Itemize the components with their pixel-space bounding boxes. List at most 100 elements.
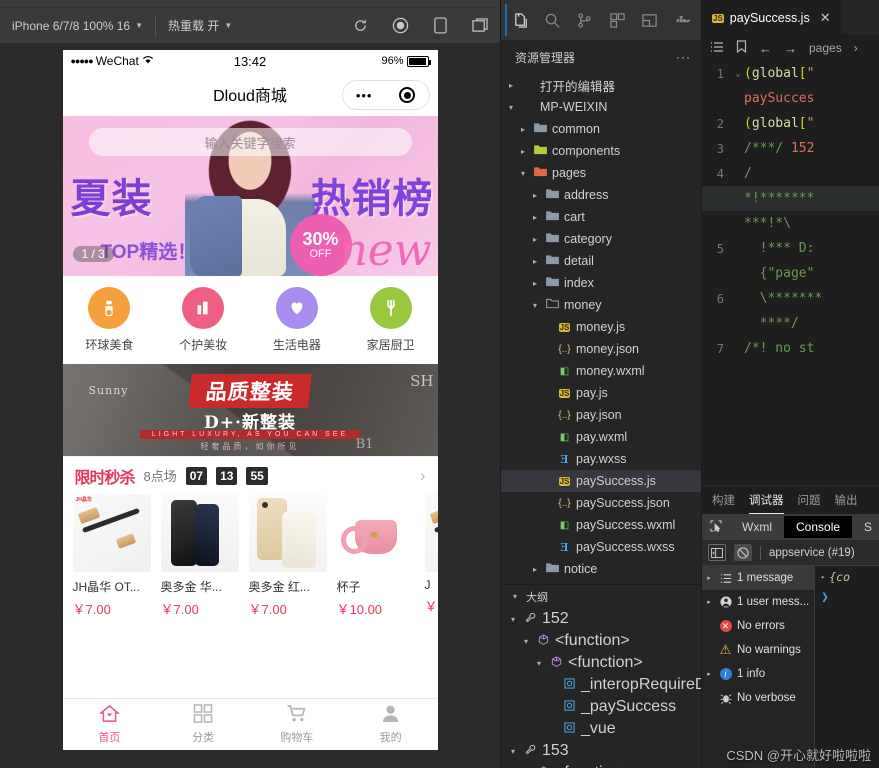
breadcrumb-path[interactable]: pages — [809, 41, 842, 55]
code-line[interactable]: *!******* — [702, 186, 879, 211]
panel-tab[interactable]: 问题 — [798, 492, 821, 508]
hot-reload-selector[interactable]: 热重载 开 ▼ — [156, 8, 244, 43]
console-context-label[interactable]: appservice (#19) — [769, 547, 855, 559]
chevron-right-icon[interactable]: › — [420, 466, 426, 486]
tree-folder[interactable]: ▸ notice — [501, 558, 701, 580]
device-selector[interactable]: iPhone 6/7/8 100% 16 ▼ — [0, 8, 155, 43]
tree-file[interactable]: ▸{..}paySuccess.json — [501, 492, 701, 514]
tree-file[interactable]: ▸ƎpaySuccess.wxss — [501, 536, 701, 558]
tree-file[interactable]: ▸{..}money.json — [501, 338, 701, 360]
pointer-select-icon[interactable] — [702, 519, 730, 535]
more-dots-icon[interactable]: ••• — [356, 88, 373, 103]
category-item-1[interactable]: 个护美妆 — [156, 287, 250, 353]
tabbar-item-home[interactable]: 首页 — [63, 699, 157, 750]
code-line[interactable]: 5 !*** D: — [702, 236, 879, 261]
code-line[interactable]: ***!*\ — [702, 211, 879, 236]
panel-toggle-icon[interactable] — [708, 544, 726, 561]
twisty-icon[interactable]: ▸ — [704, 598, 714, 606]
docker-icon[interactable] — [667, 4, 697, 36]
code-line[interactable]: paySucces — [702, 86, 879, 111]
product-card[interactable]: JH晶华 JH晶华 OT... ￥7.00 — [72, 494, 151, 618]
console-filter-item[interactable]: ▸ 1 user mess... — [702, 590, 814, 614]
record-icon[interactable] — [390, 16, 410, 36]
code-line[interactable]: 1 ⌄ (global[" — [702, 61, 879, 86]
twisty-icon[interactable]: ▸ — [529, 235, 541, 244]
tree-file[interactable]: ▸{..}pay.json — [501, 404, 701, 426]
tree-file[interactable]: ▸JSpaySuccess.js — [501, 470, 701, 492]
file-tree[interactable]: ▸ 打开的编辑器 ▾ MP-WEIXIN ▸ common ▸ components ▾ page… — [501, 74, 701, 584]
window-icon[interactable] — [470, 16, 490, 36]
clear-console-icon[interactable] — [734, 544, 752, 561]
product-card[interactable]: J ￥ — [424, 494, 438, 618]
home-banner[interactable]: 输入关键字搜索 夏装 热销榜 TOP精选！ 30% OFF new 1 / 3 — [62, 116, 438, 276]
twisty-icon[interactable]: ▸ — [529, 279, 541, 288]
tree-folder[interactable]: ▾ pages — [501, 162, 701, 184]
phone-icon[interactable] — [430, 16, 450, 36]
tree-folder[interactable]: ▸ cart — [501, 206, 701, 228]
tabbar-item-profile[interactable]: 我的 — [344, 699, 438, 750]
outline-item[interactable]: ▾<function> — [501, 762, 701, 768]
extensions-icon[interactable] — [602, 4, 632, 36]
bookmark-icon[interactable] — [736, 40, 747, 56]
product-card[interactable]: 奥多金 华... ￥7.00 — [160, 494, 239, 618]
twisty-icon[interactable]: ▸ — [704, 670, 714, 678]
code-line[interactable]: ****/ — [702, 311, 879, 336]
panel-tab[interactable]: 构建 — [712, 492, 735, 508]
console-filter-list[interactable]: ▸ 1 message ▸ 1 user mess... ✕ No errors ⚠ No w… — [702, 566, 815, 768]
tree-folder[interactable]: ▸ components — [501, 140, 701, 162]
outline-header[interactable]: ▾ 大纲 — [501, 584, 701, 608]
tree-folder[interactable]: ▸ category — [501, 228, 701, 250]
tree-file[interactable]: ▸◧money.wxml — [501, 360, 701, 382]
console-filter-item[interactable]: ▸ i 1 info — [702, 662, 814, 686]
twisty-icon[interactable]: ▾ — [507, 615, 519, 624]
twisty-icon[interactable]: ▾ — [505, 103, 517, 112]
twisty-icon[interactable]: ▸ — [505, 81, 517, 90]
tree-section[interactable]: ▸ 打开的编辑器 — [501, 74, 701, 96]
outline-item[interactable]: ▸_paySuccess — [501, 696, 701, 718]
devtools-tab-sources[interactable]: S — [852, 516, 879, 538]
seckill-product-list[interactable]: JH晶华 JH晶华 OT... ￥7.00 奥多金 华... ￥7.00 奥多金… — [62, 494, 438, 618]
panel-tab[interactable]: 调试器 — [749, 487, 784, 514]
twisty-icon[interactable]: ▾ — [529, 301, 541, 310]
layout-icon[interactable] — [634, 4, 664, 36]
close-icon[interactable]: ✕ — [820, 10, 831, 26]
outline-item[interactable]: ▾<function> — [501, 652, 701, 674]
twisty-icon[interactable]: ▸ — [529, 213, 541, 222]
tree-folder[interactable]: ▸ detail — [501, 250, 701, 272]
fold-arrow-icon[interactable]: ⌄ — [732, 69, 744, 79]
code-line[interactable]: 4/ — [702, 161, 879, 186]
console-log-area[interactable]: ▸ {co ❯ — [815, 566, 879, 768]
category-item-3[interactable]: 家居厨卫 — [344, 287, 438, 353]
back-arrow-icon[interactable]: ← — [759, 41, 772, 56]
outline-item[interactable]: ▾ 153 — [501, 740, 701, 762]
tree-file[interactable]: ▸JSmoney.js — [501, 316, 701, 338]
editor-tab-paysuccess[interactable]: JS paySuccess.js ✕ — [702, 0, 841, 35]
outline-item[interactable]: ▸_interopRequireDe... — [501, 674, 701, 696]
twisty-icon[interactable]: ▾ — [507, 747, 519, 756]
category-item-2[interactable]: 生活电器 — [250, 287, 344, 353]
tabbar-item-category[interactable]: 分类 — [156, 699, 250, 750]
twisty-icon[interactable]: ▾ — [533, 659, 545, 668]
panel-tabbar[interactable]: 构建 调试器 问题 输出 — [702, 486, 879, 514]
outline-item[interactable]: ▾ 152 — [501, 608, 701, 630]
console-filter-item[interactable]: ▸ 1 message — [702, 566, 814, 590]
devtools-tab-wxml[interactable]: Wxml — [730, 516, 784, 538]
source-control-icon[interactable] — [570, 4, 600, 36]
console-log-row[interactable]: ▸ {co — [821, 570, 879, 584]
tabbar-item-cart[interactable]: 购物车 — [250, 699, 344, 750]
forward-arrow-icon[interactable]: → — [784, 41, 797, 56]
twisty-icon[interactable]: ▸ — [517, 147, 529, 156]
code-line[interactable]: 2 (global[" — [702, 111, 879, 136]
twisty-icon[interactable]: ▸ — [529, 565, 541, 574]
twisty-icon[interactable]: ▾ — [517, 169, 529, 178]
tree-file[interactable]: ▸◧pay.wxml — [501, 426, 701, 448]
tree-folder[interactable]: ▸ common — [501, 118, 701, 140]
twisty-icon[interactable]: ▸ — [529, 257, 541, 266]
twisty-icon[interactable]: ▸ — [704, 574, 714, 582]
devtools-tab-console[interactable]: Console — [784, 516, 853, 538]
twisty-icon[interactable]: ▸ — [529, 191, 541, 200]
product-card[interactable]: 杯子 ￥10.00 — [336, 494, 415, 618]
console-filter-item[interactable]: No verbose — [702, 686, 814, 710]
tree-folder[interactable]: ▸ address — [501, 184, 701, 206]
code-line[interactable]: 3 /***/ 152 — [702, 136, 879, 161]
